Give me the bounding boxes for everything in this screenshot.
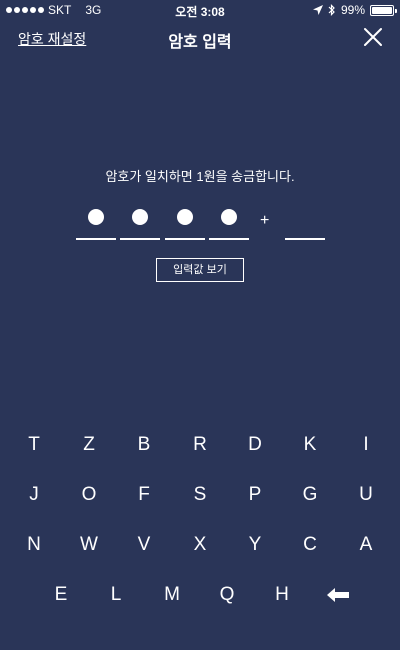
pin-extra-letter [285, 200, 325, 240]
key-q[interactable]: Q [207, 575, 247, 615]
key-k[interactable]: K [290, 425, 330, 465]
battery-icon [370, 4, 397, 16]
key-z[interactable]: Z [69, 425, 109, 465]
key-m[interactable]: M [152, 575, 192, 615]
instruction-text: 암호가 일치하면 1원을 송금합니다. [105, 169, 295, 184]
pin-digit-2 [120, 200, 160, 240]
key-l[interactable]: L [96, 575, 136, 615]
backspace-button[interactable] [318, 575, 358, 615]
key-p[interactable]: P [235, 475, 275, 515]
backspace-icon [327, 587, 349, 602]
key-v[interactable]: V [124, 525, 164, 565]
pin-dot [132, 209, 148, 225]
status-bar: SKT 3G 오전 3:08 99% [0, 0, 400, 20]
key-g[interactable]: G [290, 475, 330, 515]
pin-dot [221, 209, 237, 225]
key-w[interactable]: W [69, 525, 109, 565]
pin-digit-4 [209, 200, 249, 240]
nav-bar: 암호 재설정 암호 입력 [0, 20, 400, 56]
key-t[interactable]: T [14, 425, 54, 465]
pin-dot [88, 209, 104, 225]
status-right: 99% [312, 3, 397, 17]
keypad-row: JOFSPGU [0, 475, 400, 525]
plus-sign: + [260, 212, 270, 229]
key-y[interactable]: Y [235, 525, 275, 565]
keypad-row: TZBRDKI [0, 425, 400, 475]
bluetooth-icon [328, 4, 335, 16]
key-u[interactable]: U [346, 475, 386, 515]
keypad: TZBRDKIJOFSPGUNWVXYCAELMQH [0, 425, 400, 625]
show-input-button[interactable]: 입력값 보기 [156, 258, 244, 282]
key-o[interactable]: O [69, 475, 109, 515]
key-x[interactable]: X [180, 525, 220, 565]
key-j[interactable]: J [14, 475, 54, 515]
page-title: 암호 입력 [168, 34, 232, 51]
key-e[interactable]: E [41, 575, 81, 615]
pin-dot [177, 209, 193, 225]
pin-input[interactable] [0, 200, 400, 244]
pin-digit-1 [76, 200, 116, 240]
key-n[interactable]: N [14, 525, 54, 565]
battery-percent: 99% [340, 3, 365, 17]
key-s[interactable]: S [180, 475, 220, 515]
location-icon [312, 5, 323, 15]
key-d[interactable]: D [235, 425, 275, 465]
close-button[interactable] [360, 24, 386, 50]
key-a[interactable]: A [346, 525, 386, 565]
key-f[interactable]: F [124, 475, 164, 515]
key-c[interactable]: C [290, 525, 330, 565]
close-icon [364, 28, 382, 46]
key-r[interactable]: R [180, 425, 220, 465]
key-i[interactable]: I [346, 425, 386, 465]
key-h[interactable]: H [262, 575, 302, 615]
keypad-row: ELMQH [0, 575, 400, 625]
pin-digit-3 [165, 200, 205, 240]
keypad-row: NWVXYCA [0, 525, 400, 575]
key-b[interactable]: B [124, 425, 164, 465]
